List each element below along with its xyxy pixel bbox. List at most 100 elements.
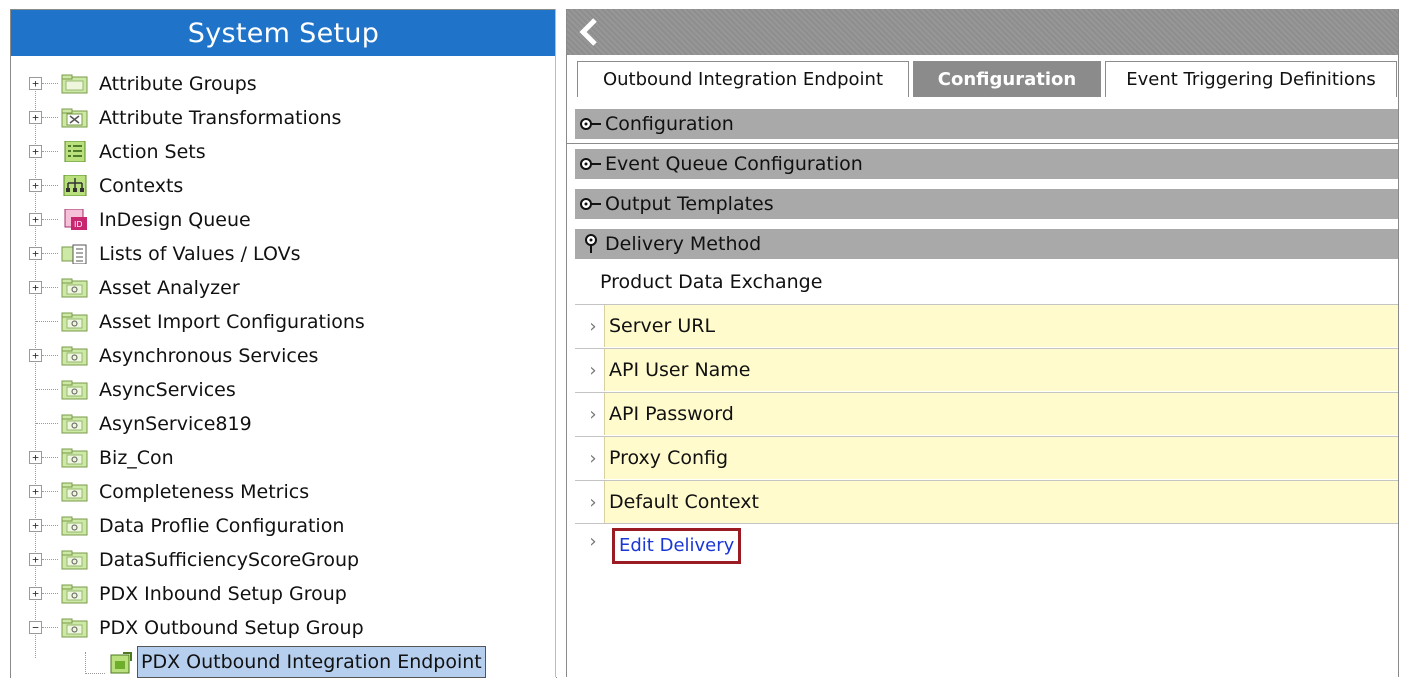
section-label: Output Templates [605, 193, 774, 215]
tree-item-label: Biz_Con [99, 447, 174, 469]
editor-panel: Outbound Integration Endpoint Configurat… [566, 9, 1399, 677]
chevron-right-icon[interactable]: › [583, 524, 603, 560]
section-output-templates[interactable]: Output Templates [575, 189, 1398, 219]
expand-icon[interactable]: + [29, 145, 42, 158]
tree-item-datasufficiencyscoregroup[interactable]: + DataSufficiencyScoreGroup [11, 543, 556, 577]
property-cell[interactable]: API User Name [604, 349, 1398, 391]
section-delivery-method[interactable]: Delivery Method [575, 229, 1398, 259]
property-api-password[interactable]: › API Password [575, 392, 1398, 435]
tree-item-label: Completeness Metrics [99, 481, 310, 503]
property-api-user-name[interactable]: › API User Name [575, 348, 1398, 391]
tree-connector-line [36, 423, 58, 424]
tree-item-pdx-inbound-setup-group[interactable]: + PDX Inbound Setup Group [11, 577, 556, 611]
property-proxy-config[interactable]: › Proxy Config [575, 436, 1398, 479]
tree-item-label: Attribute Groups [99, 73, 257, 95]
property-cell[interactable]: Default Context [604, 481, 1398, 523]
tree-item-asynchronous-services[interactable]: + Asynchronous Services [11, 339, 556, 373]
tree-item-lists-of-values[interactable]: + Lists of Values / LOVs [11, 237, 556, 271]
tab-outbound-integration-endpoint[interactable]: Outbound Integration Endpoint [577, 61, 909, 97]
chevron-left-icon[interactable] [577, 17, 601, 47]
tree-item-label: Asset Analyzer [99, 277, 240, 299]
tab-configuration[interactable]: Configuration [913, 61, 1101, 97]
tree-item-label: PDX Inbound Setup Group [99, 583, 347, 605]
tree-connector-line [42, 253, 58, 254]
tree-item-pdx-outbound-setup-group[interactable]: − PDX Outbound Setup Group [11, 611, 556, 645]
chevron-right-icon[interactable]: › [583, 393, 603, 436]
tree-item-label: AsyncServices [99, 379, 236, 401]
tree-connector-line [42, 457, 58, 458]
tree-item-label: PDX Outbound Setup Group [99, 617, 364, 639]
folder-icon [61, 278, 88, 298]
expand-icon[interactable]: + [29, 247, 42, 260]
expand-icon[interactable]: + [29, 111, 42, 124]
editor-toolbar [567, 9, 1398, 55]
tree-item-data-profile-configuration[interactable]: + Data Proflie Configuration [11, 509, 556, 543]
tree-item-asset-analyzer[interactable]: + Asset Analyzer [11, 271, 556, 305]
property-label: Server URL [609, 315, 716, 337]
tree-item-asyncservices[interactable]: AsyncServices [11, 373, 556, 407]
chevron-right-icon[interactable]: › [583, 481, 603, 524]
tree-item-label: InDesign Queue [99, 209, 251, 231]
expand-icon[interactable]: + [29, 179, 42, 192]
tree-item-biz-con[interactable]: + Biz_Con [11, 441, 556, 475]
property-cell[interactable]: Server URL [604, 305, 1398, 347]
chevron-right-icon[interactable]: › [583, 305, 603, 348]
tree-item-asset-import-configurations[interactable]: Asset Import Configurations [11, 305, 556, 339]
folder-icon [61, 618, 88, 638]
edit-delivery-row: › Edit Delivery [575, 524, 1398, 567]
expanded-pin-icon [585, 234, 597, 253]
action-set-icon [64, 141, 86, 162]
tree-item-action-sets[interactable]: + Action Sets [11, 135, 556, 169]
tree-item-completeness-metrics[interactable]: + Completeness Metrics [11, 475, 556, 509]
chevron-right-icon[interactable]: › [583, 437, 603, 480]
section-configuration[interactable]: Configuration [575, 109, 1398, 139]
tree-item-attribute-transformations[interactable]: + Attribute Transformations [11, 101, 556, 135]
folder-icon [61, 380, 88, 400]
tree-connector-line [42, 219, 58, 220]
transform-folder-icon [61, 108, 88, 128]
expand-icon[interactable]: + [29, 451, 42, 464]
tree-item-label: Action Sets [99, 141, 206, 163]
tree-item-label: Data Proflie Configuration [99, 515, 345, 537]
tree-item-label: PDX Outbound Integration Endpoint [137, 646, 486, 678]
panel-title: System Setup [11, 10, 556, 56]
tree-item-attribute-groups[interactable]: + Attribute Groups [11, 67, 556, 101]
tree-connector-line [42, 151, 58, 152]
property-cell[interactable]: API Password [604, 393, 1398, 435]
edit-delivery-link[interactable]: Edit Delivery [612, 528, 742, 564]
tree-item-label: AsynService819 [99, 413, 252, 435]
tree-connector-line [42, 355, 58, 356]
expand-icon[interactable]: + [29, 519, 42, 532]
tree-item-pdx-outbound-integration-endpoint[interactable]: PDX Outbound Integration Endpoint [11, 645, 556, 678]
tree-connector-line [42, 525, 58, 526]
section-event-queue-configuration[interactable]: Event Queue Configuration [575, 149, 1398, 179]
collapsed-pin-icon [580, 198, 601, 210]
setup-tree: + Attribute Groups + Attribute Transform… [11, 56, 556, 678]
section-label: Configuration [605, 113, 734, 135]
expand-icon[interactable]: + [29, 587, 42, 600]
folder-icon [61, 312, 88, 332]
tree-item-indesign-queue[interactable]: + ID InDesign Queue [11, 203, 556, 237]
tree-connector-line [42, 627, 58, 628]
tab-bar: Outbound Integration Endpoint Configurat… [567, 55, 1398, 144]
expand-icon[interactable]: + [29, 77, 42, 90]
expand-icon[interactable]: + [29, 485, 42, 498]
expand-icon[interactable]: + [29, 213, 42, 226]
contexts-icon [63, 175, 87, 196]
tab-underline [567, 143, 1398, 144]
property-cell[interactable]: Proxy Config [604, 437, 1398, 479]
tree-item-asynservice819[interactable]: AsynService819 [11, 407, 556, 441]
property-server-url[interactable]: › Server URL [575, 304, 1398, 347]
tab-event-triggering-definitions[interactable]: Event Triggering Definitions [1105, 61, 1397, 97]
tree-connector-line [42, 593, 58, 594]
property-default-context[interactable]: › Default Context [575, 480, 1398, 524]
property-label: API Password [609, 403, 734, 425]
system-setup-panel: System Setup + Attribute Groups + Attrib… [10, 9, 557, 678]
expand-icon[interactable]: + [29, 349, 42, 362]
expand-icon[interactable]: + [29, 281, 42, 294]
tree-item-contexts[interactable]: + Contexts [11, 169, 556, 203]
collapse-icon[interactable]: − [29, 621, 42, 634]
expand-icon[interactable]: + [29, 553, 42, 566]
chevron-right-icon[interactable]: › [583, 349, 603, 392]
collapsed-pin-icon [580, 118, 601, 130]
